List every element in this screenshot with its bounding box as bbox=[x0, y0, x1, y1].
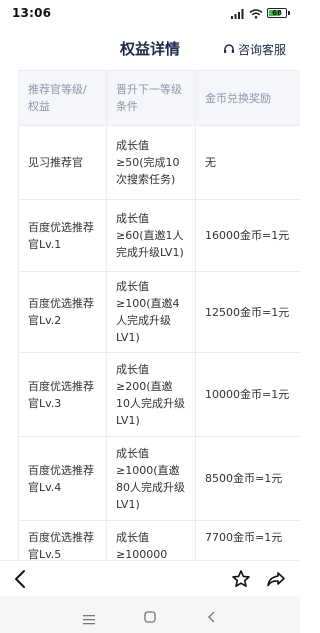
cell-level: 百度优选推荐官Lv.5 bbox=[18, 520, 107, 560]
table-row: 百度优选推荐官Lv.5 成长值≥100000 7700金币=1元 bbox=[18, 520, 300, 560]
cell-reward: 10000金币=1元 bbox=[195, 352, 300, 437]
battery-level: 68 bbox=[272, 9, 282, 17]
cell-condition: 成长值≥60(直邀1人完成升级LV1) bbox=[106, 199, 196, 272]
system-nav-bar bbox=[0, 596, 300, 633]
cell-level: 百度优选推荐官Lv.2 bbox=[18, 271, 107, 353]
cell-condition: 成长值≥100(直邀4人完成升级LV1) bbox=[106, 271, 196, 353]
table-row: 见习推荐官 成长值≥50(完成10次搜索任务) 无 bbox=[18, 125, 300, 200]
cell-level: 百度优选推荐官Lv.4 bbox=[18, 436, 107, 521]
table-row: 百度优选推荐官Lv.4 成长值≥1000(直邀80人完成升级LV1) 8500金… bbox=[18, 436, 300, 521]
cell-reward: 8500金币=1元 bbox=[195, 436, 300, 521]
table-header-row: 推荐官等级/权益 晋升下一等级条件 金币兑换奖励 bbox=[18, 70, 300, 126]
benefits-table: 推荐官等级/权益 晋升下一等级条件 金币兑换奖励 见习推荐官 成长值≥50(完成… bbox=[18, 70, 300, 560]
cell-condition: 成长值≥1000(直邀80人完成升级LV1) bbox=[106, 436, 196, 521]
status-icons: 68 bbox=[231, 4, 290, 23]
wifi-icon bbox=[249, 4, 263, 23]
page-title: 权益详情 bbox=[119, 39, 180, 58]
cell-condition: 成长值≥200(直邀10人完成升级LV1) bbox=[106, 352, 196, 437]
cell-reward: 无 bbox=[195, 125, 300, 200]
home-icon[interactable] bbox=[144, 608, 156, 627]
bottom-toolbar bbox=[0, 560, 300, 596]
cell-level: 见习推荐官 bbox=[18, 125, 107, 200]
table-row: 百度优选推荐官Lv.1 成长值≥60(直邀1人完成升级LV1) 16000金币=… bbox=[18, 199, 300, 272]
header-reward: 金币兑换奖励 bbox=[195, 70, 300, 126]
battery-icon: 68 bbox=[267, 8, 287, 18]
header-condition: 晋升下一等级条件 bbox=[106, 70, 196, 126]
cell-condition: 成长值≥50(完成10次搜索任务) bbox=[106, 125, 196, 200]
cell-reward: 16000金币=1元 bbox=[195, 199, 300, 272]
table-row: 百度优选推荐官Lv.3 成长值≥200(直邀10人完成升级LV1) 10000金… bbox=[18, 352, 300, 437]
benefits-table-container[interactable]: 推荐官等级/权益 晋升下一等级条件 金币兑换奖励 见习推荐官 成长值≥50(完成… bbox=[18, 70, 300, 560]
nav-back-icon[interactable] bbox=[207, 608, 217, 627]
cell-level: 百度优选推荐官Lv.1 bbox=[18, 199, 107, 272]
customer-service-button[interactable]: 咨询客服 bbox=[223, 40, 286, 59]
cell-reward: 7700金币=1元 bbox=[195, 520, 300, 560]
cell-reward: 12500金币=1元 bbox=[195, 271, 300, 353]
signal-icon bbox=[231, 4, 245, 23]
cell-level: 百度优选推荐官Lv.3 bbox=[18, 352, 107, 437]
status-bar: 13:06 68 bbox=[0, 0, 300, 26]
share-icon[interactable] bbox=[266, 569, 286, 593]
menu-icon[interactable] bbox=[83, 610, 95, 629]
back-arrow-icon[interactable] bbox=[12, 569, 30, 593]
header-level: 推荐官等级/权益 bbox=[18, 70, 107, 126]
status-time: 13:06 bbox=[12, 6, 52, 20]
cell-condition: 成长值≥100000 bbox=[106, 520, 196, 560]
page-header: 权益详情 咨询客服 bbox=[0, 26, 300, 70]
star-icon[interactable] bbox=[231, 569, 251, 593]
table-row: 百度优选推荐官Lv.2 成长值≥100(直邀4人完成升级LV1) 12500金币… bbox=[18, 271, 300, 353]
headset-icon bbox=[223, 40, 235, 59]
support-label: 咨询客服 bbox=[237, 43, 286, 57]
